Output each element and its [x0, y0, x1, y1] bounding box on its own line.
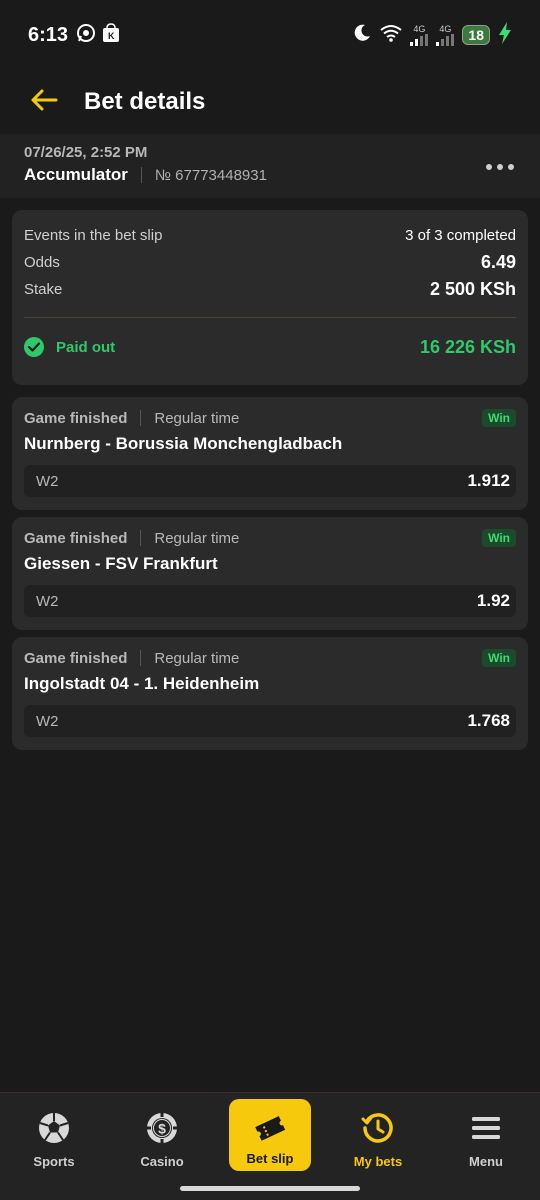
more-dots-icon	[486, 164, 492, 170]
nav-my-bets[interactable]: My bets	[324, 1093, 432, 1200]
event-name: Giessen - FSV Frankfurt	[24, 554, 218, 573]
casino-chip-icon: $	[145, 1111, 179, 1145]
check-circle-icon	[24, 337, 44, 357]
page-header: Bet details	[0, 70, 540, 134]
signal-icon: 4G	[436, 23, 455, 46]
divider	[140, 167, 142, 183]
event-card[interactable]: Game finished Regular time Win Giessen -…	[12, 517, 528, 630]
pick-row: W2 1.92	[24, 585, 516, 617]
svg-text:K: K	[108, 31, 115, 41]
nav-my-bets-label: My bets	[353, 1154, 403, 1169]
pick-odds: 1.92	[476, 591, 510, 610]
charging-icon	[498, 21, 512, 49]
signal-label: 4G	[413, 23, 426, 34]
divider	[24, 317, 516, 318]
arrow-left-icon	[30, 88, 58, 117]
divider	[140, 650, 142, 666]
paid-out-amount: 16 226 KSh	[419, 336, 516, 357]
more-options-button[interactable]	[486, 158, 514, 176]
event-name: Ingolstadt 04 - 1. Heidenheim	[24, 674, 260, 693]
nav-bet-slip-label: Bet slip	[246, 1151, 294, 1166]
event-card[interactable]: Game finished Regular time Win Nurnberg …	[12, 397, 528, 510]
home-indicator[interactable]	[180, 1186, 360, 1191]
nav-menu[interactable]: Menu	[432, 1093, 540, 1200]
more-dots-icon	[497, 164, 503, 170]
event-period: Regular time	[154, 529, 240, 547]
win-badge: Win	[482, 649, 516, 667]
signal-label: 4G	[439, 23, 452, 34]
odds-row: Odds 6.49	[24, 249, 516, 276]
nav-bet-slip[interactable]: Bet slip	[216, 1093, 324, 1200]
pick-row: W2 1.768	[24, 705, 516, 737]
pick-row: W2 1.912	[24, 465, 516, 497]
pick-label: W2	[36, 472, 59, 490]
shopping-bag-icon: K	[102, 22, 120, 48]
pick-odds: 1.768	[467, 711, 510, 730]
signal-icon: 4G	[410, 23, 429, 46]
bet-summary-card: Events in the bet slip 3 of 3 completed …	[12, 210, 528, 385]
soccer-ball-icon	[37, 1111, 71, 1145]
status-bar: 6:13 K 4G 4G 18	[0, 0, 540, 70]
stake-value: 2 500 KSh	[429, 279, 516, 299]
event-status: Game finished	[24, 409, 128, 427]
paid-out-label: Paid out	[56, 338, 116, 356]
ticket-icon	[253, 1111, 287, 1145]
events-row: Events in the bet slip 3 of 3 completed	[24, 222, 516, 249]
whatsapp-icon	[76, 23, 96, 48]
win-badge: Win	[482, 409, 516, 427]
nav-casino[interactable]: $ Casino	[108, 1093, 216, 1200]
odds-value: 6.49	[480, 252, 516, 272]
bottom-navigation: Sports $ Casino Bet slip My bets Menu	[0, 1092, 540, 1200]
wifi-icon	[380, 24, 403, 47]
bet-info: 07/26/25, 2:52 PM Accumulator № 67773448…	[0, 134, 540, 198]
event-name: Nurnberg - Borussia Monchengladbach	[24, 434, 343, 453]
more-dots-icon	[508, 164, 514, 170]
divider	[140, 530, 142, 546]
odds-label: Odds	[24, 254, 60, 271]
pick-label: W2	[36, 592, 59, 610]
divider	[140, 410, 142, 426]
bet-number: № 67773448931	[154, 166, 267, 184]
back-button[interactable]	[24, 82, 64, 122]
nav-menu-label: Menu	[469, 1154, 503, 1169]
events-value: 3 of 3 completed	[405, 227, 516, 244]
nav-sports[interactable]: Sports	[0, 1093, 108, 1200]
nav-sports-label: Sports	[33, 1154, 75, 1169]
page-title: Bet details	[84, 88, 206, 115]
bet-date: 07/26/25, 2:52 PM	[24, 144, 148, 161]
history-clock-icon	[361, 1111, 395, 1145]
stake-row: Stake 2 500 KSh	[24, 276, 516, 303]
event-period: Regular time	[154, 649, 240, 667]
nav-casino-label: Casino	[140, 1154, 184, 1169]
events-label: Events in the bet slip	[24, 227, 163, 244]
hamburger-menu-icon	[469, 1111, 503, 1145]
stake-label: Stake	[24, 281, 63, 298]
pick-label: W2	[36, 712, 59, 730]
paid-out-row: Paid out 16 226 KSh	[24, 332, 516, 362]
event-status: Game finished	[24, 649, 128, 667]
pick-odds: 1.912	[467, 471, 510, 490]
event-card[interactable]: Game finished Regular time Win Ingolstad…	[12, 637, 528, 750]
status-time: 6:13	[28, 23, 69, 46]
win-badge: Win	[482, 529, 516, 547]
bet-type: Accumulator	[24, 165, 128, 184]
battery-icon: 18	[462, 25, 490, 45]
bet-slip-button[interactable]: Bet slip	[229, 1099, 311, 1171]
event-period: Regular time	[154, 409, 240, 427]
moon-icon	[352, 23, 372, 48]
event-status: Game finished	[24, 529, 128, 547]
svg-text:$: $	[158, 1121, 166, 1137]
